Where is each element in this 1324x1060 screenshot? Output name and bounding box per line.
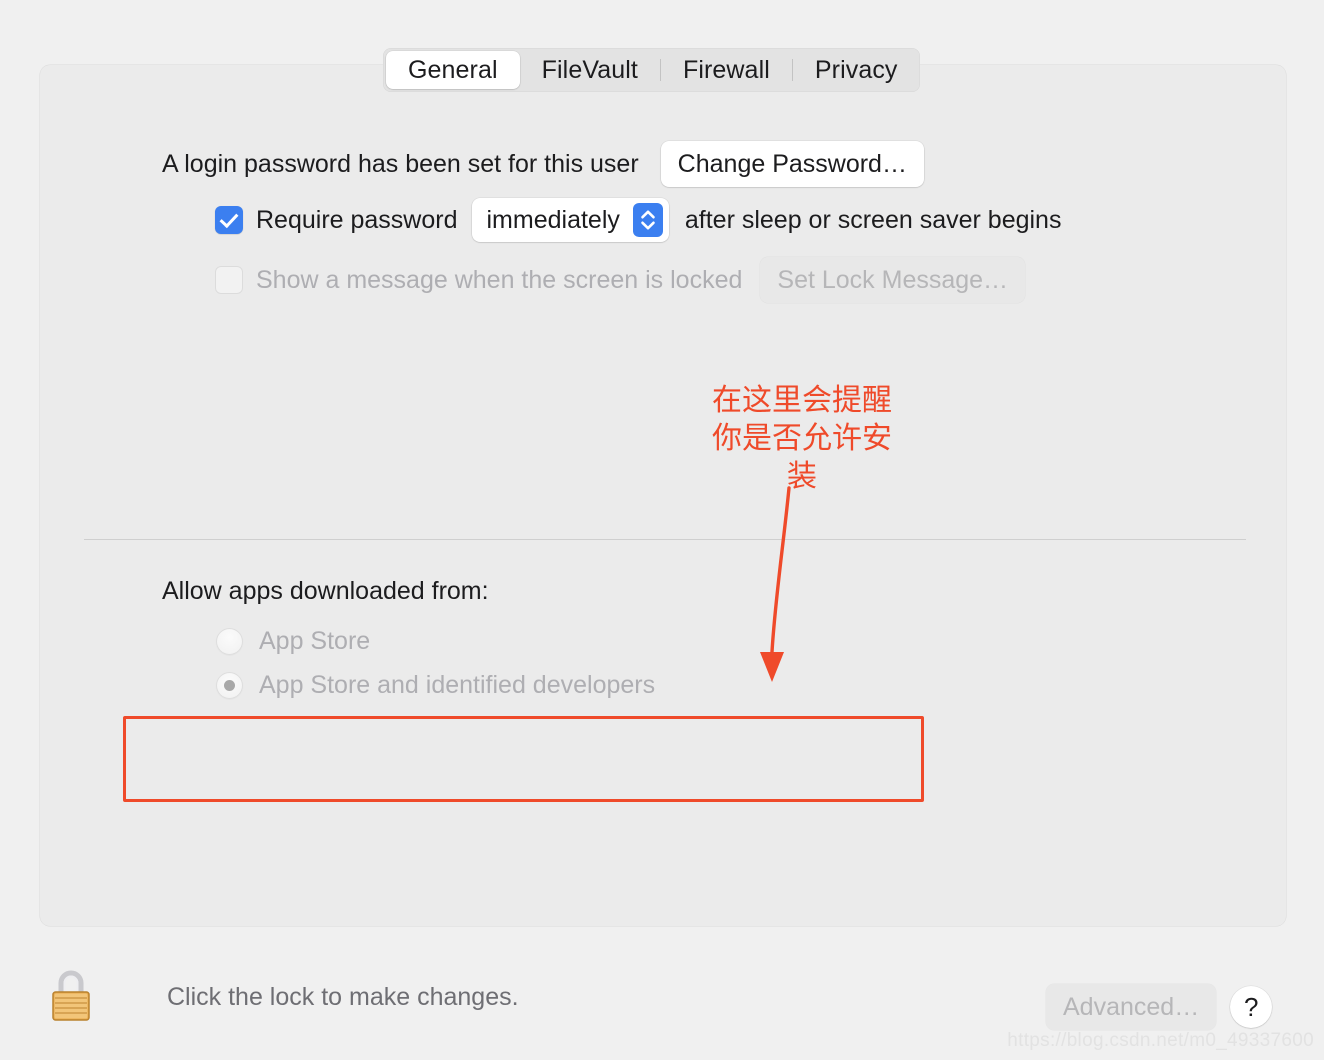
radio-app-store-and-identified-developers[interactable] (216, 672, 243, 699)
lock-hint-text: Click the lock to make changes. (167, 983, 519, 1011)
radio-identified-developers-label: App Store and identified developers (259, 671, 656, 699)
require-password-label: Require password (256, 205, 458, 234)
tab-privacy[interactable]: Privacy (793, 51, 920, 89)
require-password-row: Require password immediately after sleep… (215, 198, 1061, 242)
change-password-button[interactable]: Change Password… (660, 141, 924, 187)
show-lock-message-label: Show a message when the screen is locked (256, 265, 743, 294)
watermark-text: https://blog.csdn.net/m0_49337600 (1007, 1030, 1314, 1051)
radio-app-store[interactable] (216, 628, 243, 655)
show-lock-message-checkbox[interactable] (215, 266, 243, 294)
login-password-row: A login password has been set for this u… (162, 141, 924, 187)
tab-general[interactable]: General (386, 51, 520, 89)
tab-firewall[interactable]: Firewall (661, 51, 792, 89)
set-lock-message-button[interactable]: Set Lock Message… (760, 257, 1026, 303)
allow-apps-option-app-store[interactable]: App Store (216, 627, 370, 656)
require-password-checkbox[interactable] (215, 206, 243, 234)
tab-filevault[interactable]: FileVault (520, 51, 660, 89)
require-password-interval-value: immediately (486, 205, 620, 234)
require-password-interval-select[interactable]: immediately (471, 198, 669, 242)
general-settings-panel: A login password has been set for this u… (40, 65, 1286, 926)
require-password-suffix: after sleep or screen saver begins (684, 205, 1062, 234)
lock-closed-icon[interactable] (44, 967, 98, 1028)
lock-row: Click the lock to make changes. (44, 967, 519, 1028)
advanced-button[interactable]: Advanced… (1046, 984, 1217, 1030)
allow-apps-heading: Allow apps downloaded from: (162, 577, 489, 605)
show-lock-message-row: Show a message when the screen is locked… (215, 257, 1026, 303)
login-password-text: A login password has been set for this u… (162, 149, 639, 178)
preference-tab-bar[interactable]: General FileVault Firewall Privacy (383, 48, 920, 92)
footer-actions: Advanced… ? (1046, 984, 1273, 1030)
radio-app-store-label: App Store (259, 627, 371, 655)
section-divider (84, 539, 1246, 540)
chevron-updown-icon[interactable] (632, 203, 663, 237)
help-button[interactable]: ? (1230, 986, 1273, 1028)
allow-apps-option-identified-developers[interactable]: App Store and identified developers (216, 671, 655, 700)
allow-apps-heading-row: Allow apps downloaded from: (162, 577, 489, 606)
